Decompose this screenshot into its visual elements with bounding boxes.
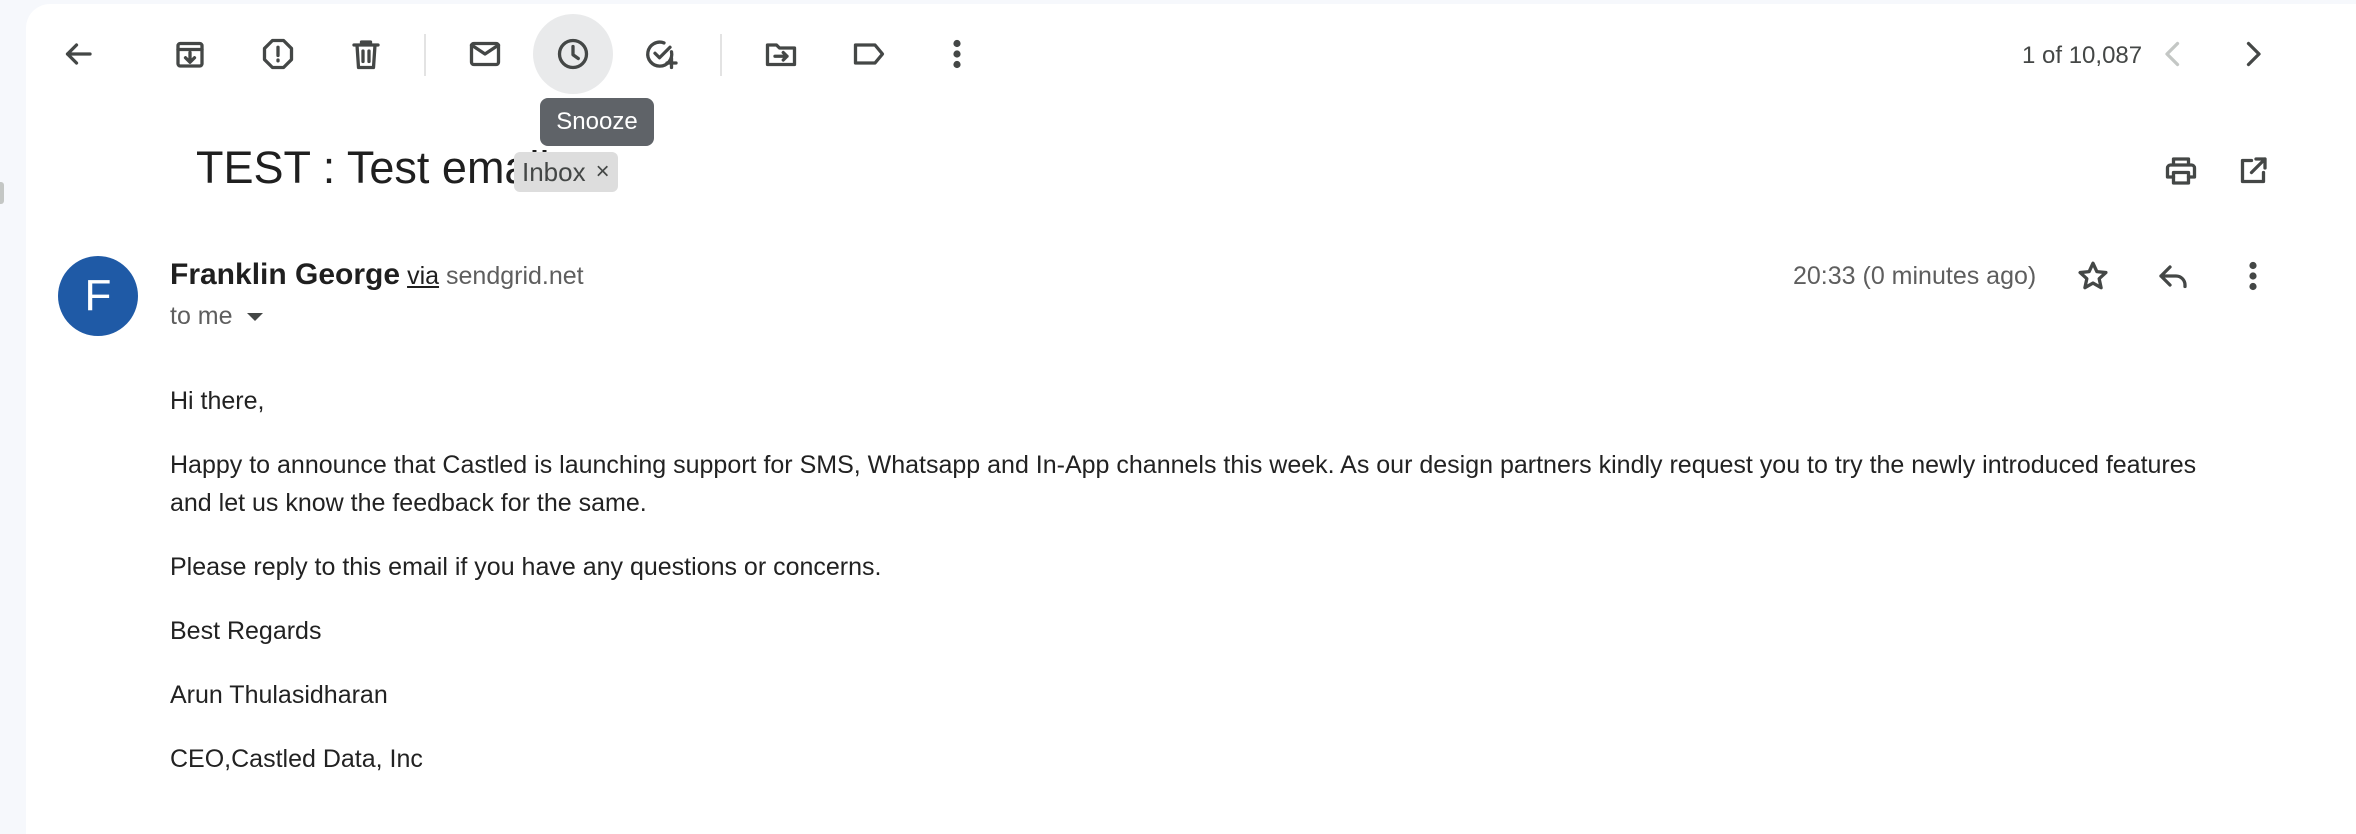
- label-chip-text: Inbox: [522, 156, 586, 187]
- delete-button[interactable]: [326, 14, 406, 94]
- archive-icon: [176, 41, 204, 68]
- pagination-count: 1 of 10,087: [2022, 42, 2143, 69]
- print-button[interactable]: [2141, 131, 2221, 211]
- email-subject: TEST : Test email: [196, 142, 550, 193]
- arrow-left-icon: [65, 43, 92, 65]
- archive-button[interactable]: [150, 14, 230, 94]
- via-link[interactable]: via: [407, 262, 439, 291]
- more-vert-icon: [2249, 261, 2257, 291]
- email-timestamp: 20:33 (0 minutes ago): [1793, 262, 2037, 290]
- more-vert-icon: [953, 39, 961, 69]
- reply-icon: [2159, 265, 2187, 289]
- body-paragraph: Arun Thulasidharan: [170, 681, 388, 709]
- body-paragraph: Happy to announce that Castled is launch…: [170, 451, 2197, 517]
- sender-line: Franklin George via sendgrid.net: [170, 258, 584, 292]
- clock-icon: [557, 38, 589, 70]
- open-new-window-button[interactable]: [2213, 131, 2293, 211]
- body-paragraph: Hi there,: [170, 387, 265, 415]
- remove-label-button[interactable]: ×: [596, 158, 610, 186]
- labels-button[interactable]: [829, 14, 909, 94]
- more-options-button[interactable]: [917, 14, 997, 94]
- snooze-tooltip: Snooze: [540, 98, 654, 146]
- message-more-button[interactable]: [2213, 236, 2293, 316]
- toolbar-divider: [424, 34, 426, 76]
- label-icon: [853, 43, 885, 65]
- folder-move-icon: [765, 43, 797, 67]
- caret-down-icon: [246, 312, 263, 321]
- open-in-new-icon: [2240, 157, 2267, 184]
- newer-button[interactable]: [2213, 14, 2293, 94]
- chevron-right-icon: [2246, 41, 2261, 67]
- add-task-icon: [646, 40, 678, 70]
- toolbar-divider: [720, 34, 722, 76]
- email-body: Hi there, Happy to announce that Castled…: [170, 382, 2200, 804]
- older-button[interactable]: [2133, 14, 2213, 94]
- mark-unread-button[interactable]: [445, 14, 525, 94]
- email-view-panel: Snooze 1 of 10,087 TEST : Test email Inb…: [26, 4, 2356, 834]
- snooze-button[interactable]: [533, 14, 613, 94]
- body-paragraph: Best Regards: [170, 617, 322, 645]
- recipient-text: to me: [170, 302, 233, 330]
- recipient-details-toggle[interactable]: to me: [170, 302, 263, 331]
- mail-icon: [469, 41, 501, 67]
- reply-button[interactable]: [2133, 236, 2213, 316]
- sidebar-edge-indicator: [0, 182, 4, 204]
- printer-icon: [2165, 157, 2197, 185]
- trash-icon: [352, 40, 380, 70]
- star-button[interactable]: [2053, 236, 2133, 316]
- chevron-left-icon: [2165, 41, 2180, 67]
- via-domain: sendgrid.net: [446, 262, 584, 290]
- report-spam-button[interactable]: [238, 14, 318, 94]
- add-to-tasks-button[interactable]: [621, 14, 701, 94]
- back-button[interactable]: [38, 14, 118, 94]
- move-to-button[interactable]: [741, 14, 821, 94]
- report-spam-icon: [262, 38, 294, 70]
- sender-name[interactable]: Franklin George: [170, 258, 400, 292]
- star-icon: [2078, 261, 2108, 290]
- sender-avatar[interactable]: F: [58, 256, 138, 336]
- body-paragraph: Please reply to this email if you have a…: [170, 553, 882, 581]
- inbox-label-chip: Inbox ×: [514, 152, 618, 192]
- body-paragraph: CEO,Castled Data, Inc: [170, 745, 423, 773]
